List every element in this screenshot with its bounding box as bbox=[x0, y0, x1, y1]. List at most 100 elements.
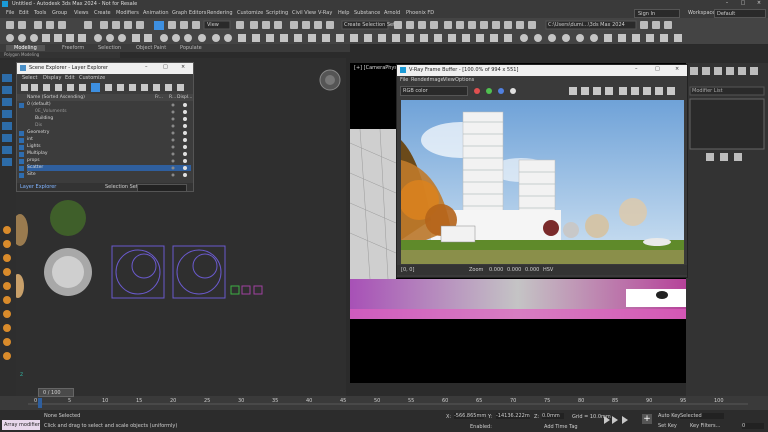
menu-arnold[interactable]: Arnold bbox=[384, 10, 400, 16]
tick-label: 60 bbox=[442, 398, 449, 404]
vfb-title: V-Ray Frame Buffer - [100.0% of 994 x 55… bbox=[409, 67, 519, 73]
se-col-render[interactable]: R... bbox=[169, 95, 176, 100]
ribbon-tab-populate[interactable]: Populate bbox=[180, 45, 202, 51]
x-label: X: bbox=[446, 414, 452, 420]
vfb-titlebar[interactable]: V-Ray Frame Buffer - [100.0% of 994 x 55… bbox=[397, 65, 687, 76]
vfb-b-value: 0.000 bbox=[525, 267, 540, 273]
maxscript-listener[interactable]: Array modifier bbox=[2, 420, 40, 430]
playback-controls[interactable] bbox=[600, 412, 640, 430]
se-col-display[interactable]: Displ... bbox=[177, 95, 192, 100]
vfb-minimize[interactable]: – bbox=[635, 66, 638, 72]
vfb-menu-render[interactable]: Render bbox=[411, 77, 429, 83]
add-key-icon[interactable]: + bbox=[642, 414, 652, 424]
se-col-frozen[interactable]: Fr... bbox=[155, 95, 163, 100]
ribbon-tab-object-paint[interactable]: Object Paint bbox=[136, 45, 166, 51]
menu-phoenix-fd[interactable]: Phoenix FD bbox=[406, 10, 434, 16]
scene-explorer-footer: Layer Explorer Selection Set: bbox=[17, 183, 193, 192]
menu-substance[interactable]: Substance bbox=[354, 10, 380, 16]
minimize-button[interactable]: – bbox=[720, 0, 734, 8]
project-path[interactable]: C:\Users\dumi...\3ds Max 2024 bbox=[548, 22, 625, 28]
app-icon bbox=[2, 1, 8, 7]
vfb-maximize[interactable]: □ bbox=[655, 66, 660, 72]
menu-tools[interactable]: Tools bbox=[34, 10, 46, 16]
status-bar: Array modifier None Selected Click and d… bbox=[0, 410, 768, 432]
menu-modifiers[interactable]: Modifiers bbox=[116, 10, 139, 16]
y-label: Y: bbox=[488, 414, 493, 420]
menu-help[interactable]: Help bbox=[338, 10, 349, 16]
menu-civil-view[interactable]: Civil View bbox=[292, 10, 316, 16]
title-bar: Untitled - Autodesk 3ds Max 2024 - Not f… bbox=[0, 0, 768, 8]
scene-explorer-titlebar[interactable]: Scene Explorer - Layer Explorer – □ × bbox=[17, 63, 193, 74]
menu-customize[interactable]: Customize bbox=[237, 10, 263, 16]
layer-visibility-icons[interactable] bbox=[19, 101, 193, 179]
layer-explorer-dropdown[interactable]: Layer Explorer bbox=[20, 184, 56, 190]
vfb-r-value: 0.000 bbox=[489, 267, 504, 273]
se-col-name[interactable]: Name (Sorted Ascending) bbox=[27, 95, 85, 100]
sign-in-dropdown[interactable]: Sign In bbox=[634, 9, 680, 18]
set-key-button[interactable]: Set Key bbox=[658, 423, 677, 429]
vfb-statusbar: [0, 0] Zoom 0.000 0.000 0.000 HSV bbox=[397, 265, 687, 275]
tick-label: 95 bbox=[680, 398, 687, 404]
tick-label: 90 bbox=[646, 398, 653, 404]
ribbon-tab-selection[interactable]: Selection bbox=[98, 45, 121, 51]
color-space-value: RGB color bbox=[403, 88, 428, 94]
menu-create[interactable]: Create bbox=[94, 10, 111, 16]
vfb-menu-file[interactable]: File bbox=[400, 77, 408, 83]
view-dropdown-label[interactable]: View bbox=[207, 22, 219, 28]
menu-vray[interactable]: V-Ray bbox=[318, 10, 332, 16]
vfb-menu-options[interactable]: Options bbox=[455, 77, 474, 83]
selection-set-dropdown[interactable]: Create Selection Set bbox=[344, 22, 395, 28]
command-panel-icons[interactable] bbox=[686, 63, 768, 403]
scene-explorer-close[interactable]: × bbox=[181, 64, 185, 70]
menu-rendering[interactable]: Rendering bbox=[207, 10, 233, 16]
vfb-menu-image[interactable]: Image bbox=[428, 77, 444, 83]
key-mode-dropdown[interactable]: Selected bbox=[680, 413, 724, 419]
se-menu-select[interactable]: Select bbox=[22, 75, 37, 81]
menu-group[interactable]: Group bbox=[52, 10, 67, 16]
vfb-menu-view[interactable]: View bbox=[443, 77, 455, 83]
workspaces-dropdown[interactable]: Default bbox=[714, 9, 766, 18]
tick-label: 35 bbox=[272, 398, 279, 404]
tick-label: 65 bbox=[476, 398, 483, 404]
auto-key-button[interactable]: Auto Key bbox=[658, 413, 680, 419]
scene-explorer-title: Scene Explorer - Layer Explorer bbox=[29, 65, 108, 71]
se-menu-customize[interactable]: Customize bbox=[79, 75, 105, 81]
z-coordinate-field[interactable]: 0.0mm bbox=[542, 413, 564, 419]
scene-explorer-maximize[interactable]: □ bbox=[163, 64, 168, 70]
color-space-dropdown[interactable]: RGB color bbox=[400, 86, 468, 96]
menu-views[interactable]: Views bbox=[74, 10, 88, 16]
left-strip-icons[interactable] bbox=[0, 60, 16, 410]
se-menu-display[interactable]: Display bbox=[43, 75, 61, 81]
scene-explorer-toolbar[interactable] bbox=[17, 82, 193, 94]
selection-set-label: Selection Set: bbox=[105, 184, 140, 190]
menu-file[interactable]: File bbox=[6, 10, 14, 16]
vfb-menu: File Render Image View Options bbox=[397, 76, 687, 84]
menu-edit[interactable]: Edit bbox=[19, 10, 29, 16]
y-coordinate-field[interactable]: -14136.222m bbox=[496, 413, 530, 419]
se-menu-edit[interactable]: Edit bbox=[65, 75, 75, 81]
key-filters-button[interactable]: Key Filters... bbox=[690, 423, 720, 429]
vfb-toolbar-icons[interactable] bbox=[469, 84, 687, 98]
menu-graph-editors[interactable]: Graph Editors bbox=[172, 10, 206, 16]
frame-field[interactable]: 0 bbox=[742, 423, 764, 429]
scene-explorer-minimize[interactable]: – bbox=[145, 64, 148, 70]
vfb-close[interactable]: × bbox=[675, 66, 679, 72]
timeline[interactable]: 0 / 100 0 5 10 15 20 25 30 35 40 45 50 5… bbox=[0, 388, 768, 410]
tick-label: 30 bbox=[238, 398, 245, 404]
vfb-hsv-label: HSV bbox=[543, 267, 554, 273]
ribbon-tab-freeform[interactable]: Freeform bbox=[62, 45, 84, 51]
tick-label: 20 bbox=[170, 398, 177, 404]
maximize-button[interactable]: □ bbox=[736, 0, 750, 8]
secondary-toolbar-icons[interactable] bbox=[0, 32, 768, 44]
menu-scripting[interactable]: Scripting bbox=[266, 10, 288, 16]
modifier-list-dropdown[interactable]: Modifier List bbox=[692, 88, 723, 94]
menu-animation[interactable]: Animation bbox=[143, 10, 169, 16]
vfb-render-image[interactable] bbox=[401, 100, 684, 264]
add-time-tag-button[interactable]: Add Time Tag bbox=[544, 424, 578, 430]
selection-set-field[interactable] bbox=[137, 184, 187, 192]
command-panel: Modifier List bbox=[686, 63, 768, 403]
x-coordinate-field[interactable]: -566.865mm bbox=[454, 413, 486, 419]
close-button[interactable]: × bbox=[752, 0, 766, 8]
ribbon-sub-label: Polygon Modeling bbox=[4, 52, 40, 57]
ribbon-tab-modeling[interactable]: Modeling bbox=[6, 45, 45, 51]
